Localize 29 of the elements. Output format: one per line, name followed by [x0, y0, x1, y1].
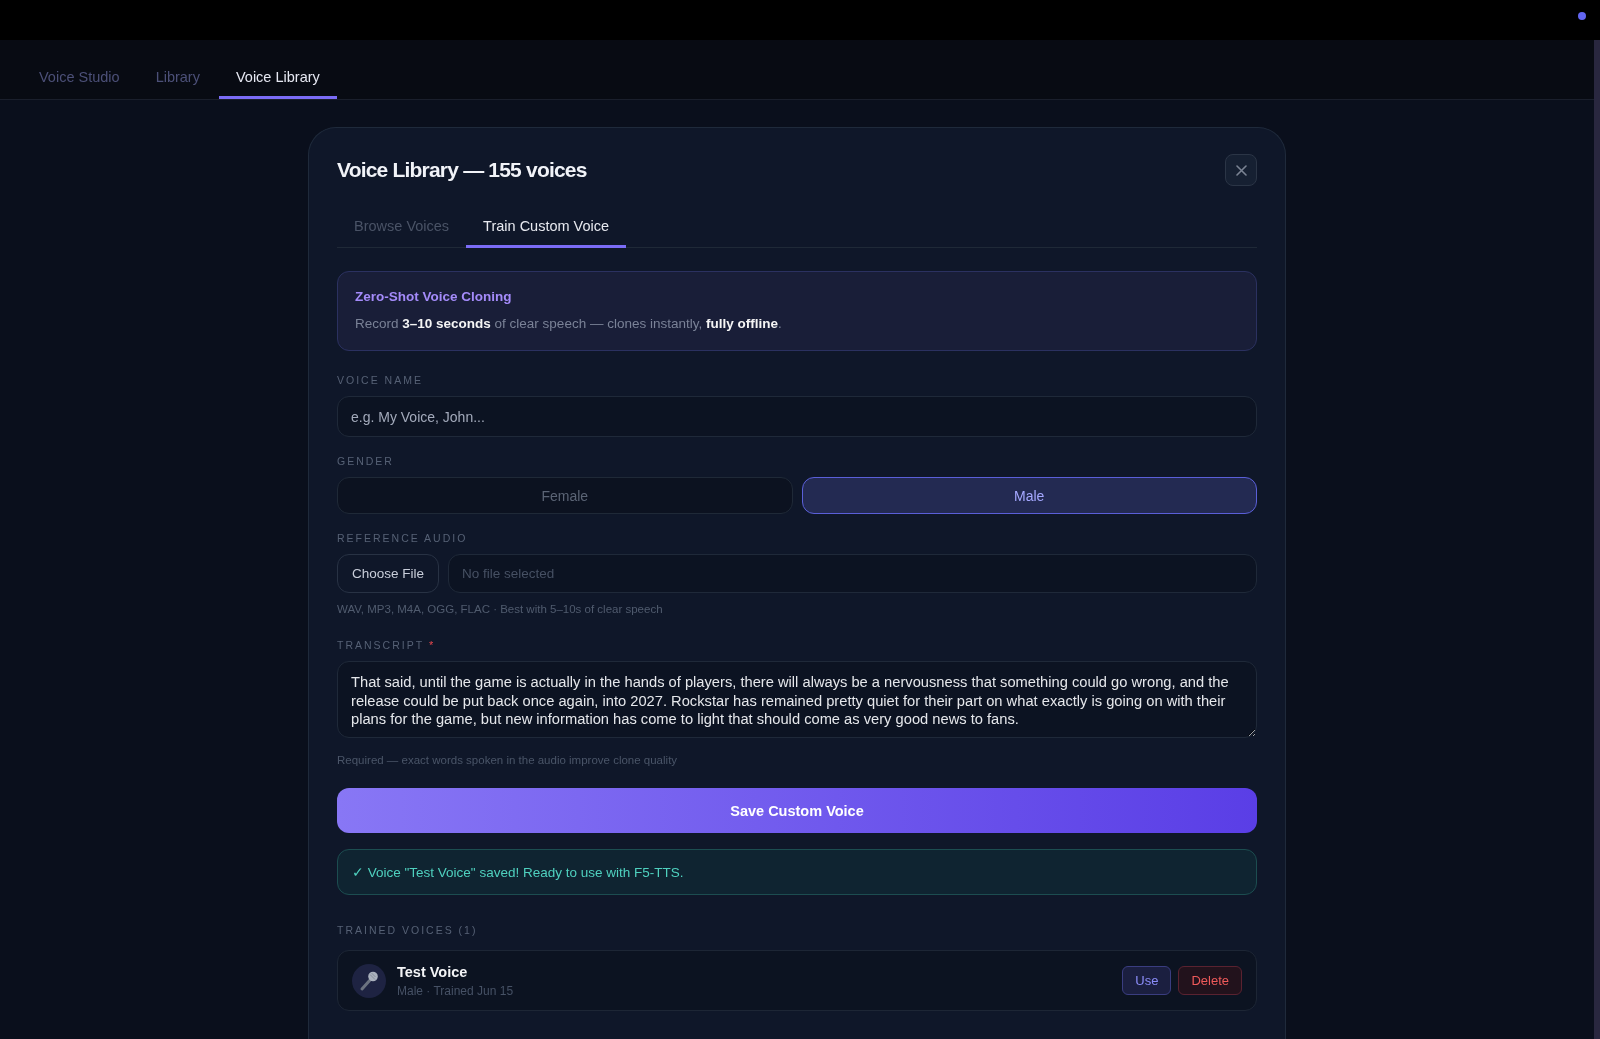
voice-name: Test Voice: [397, 962, 469, 981]
field-label: TRANSCRIPT: [337, 638, 425, 652]
success-message: ✓ Voice "Test Voice" saved! Ready to use with F5-TTS.: [337, 849, 1257, 895]
nav-tab[interactable]: Voice Library: [218, 40, 337, 99]
gender-option[interactable]: Male: [801, 477, 1257, 514]
required-mark: *: [429, 638, 434, 652]
voice-name-field[interactable]: e.g. My Voice, John...: [337, 396, 1257, 437]
voice-meta: Male · Trained Jun 15: [397, 983, 514, 999]
field-label: REFERENCE AUDIO: [337, 531, 469, 545]
info-title: Zero-Shot Voice Cloning: [355, 288, 513, 306]
field-label: GENDER: [337, 454, 395, 468]
dialog-title: Voice Library — 155 voices: [337, 158, 587, 182]
microphone-icon: [352, 963, 386, 998]
close-icon: [1235, 164, 1247, 176]
scrollbar[interactable]: [1594, 40, 1600, 1039]
use-button[interactable]: Use: [1122, 966, 1172, 995]
gender-option[interactable]: Female: [337, 477, 793, 514]
delete-button[interactable]: Delete: [1178, 966, 1242, 995]
transcript-field[interactable]: That said, until the game is actually in the hands of players, there will always be a nervousness that something could go wrong, and the release could be put back once again, into 2027. Rockstar has remained pretty quiet for their part on what exactly is going on with their plans for the game, but new information has come to light that should come as very good news to fans.: [337, 661, 1257, 738]
status-dot-icon: [1578, 12, 1586, 20]
dialog-tab[interactable]: Train Custom Voice: [466, 204, 627, 248]
hint-text: Required — exact words spoken in the audio improve clone quality: [337, 753, 679, 767]
section-label: TRAINED VOICES (1): [337, 923, 479, 937]
field-label: VOICE NAME: [337, 373, 424, 387]
close-button[interactable]: [1225, 154, 1257, 186]
info-text: Record 3–10 seconds of clear speech — clones instantly, fully offline.: [355, 315, 783, 333]
save-button[interactable]: Save Custom Voice: [337, 788, 1257, 833]
hint-text: WAV, MP3, M4A, OGG, FLAC · Best with 5–10s of clear speech: [337, 602, 664, 616]
choose-file-button[interactable]: Choose File: [337, 554, 439, 593]
